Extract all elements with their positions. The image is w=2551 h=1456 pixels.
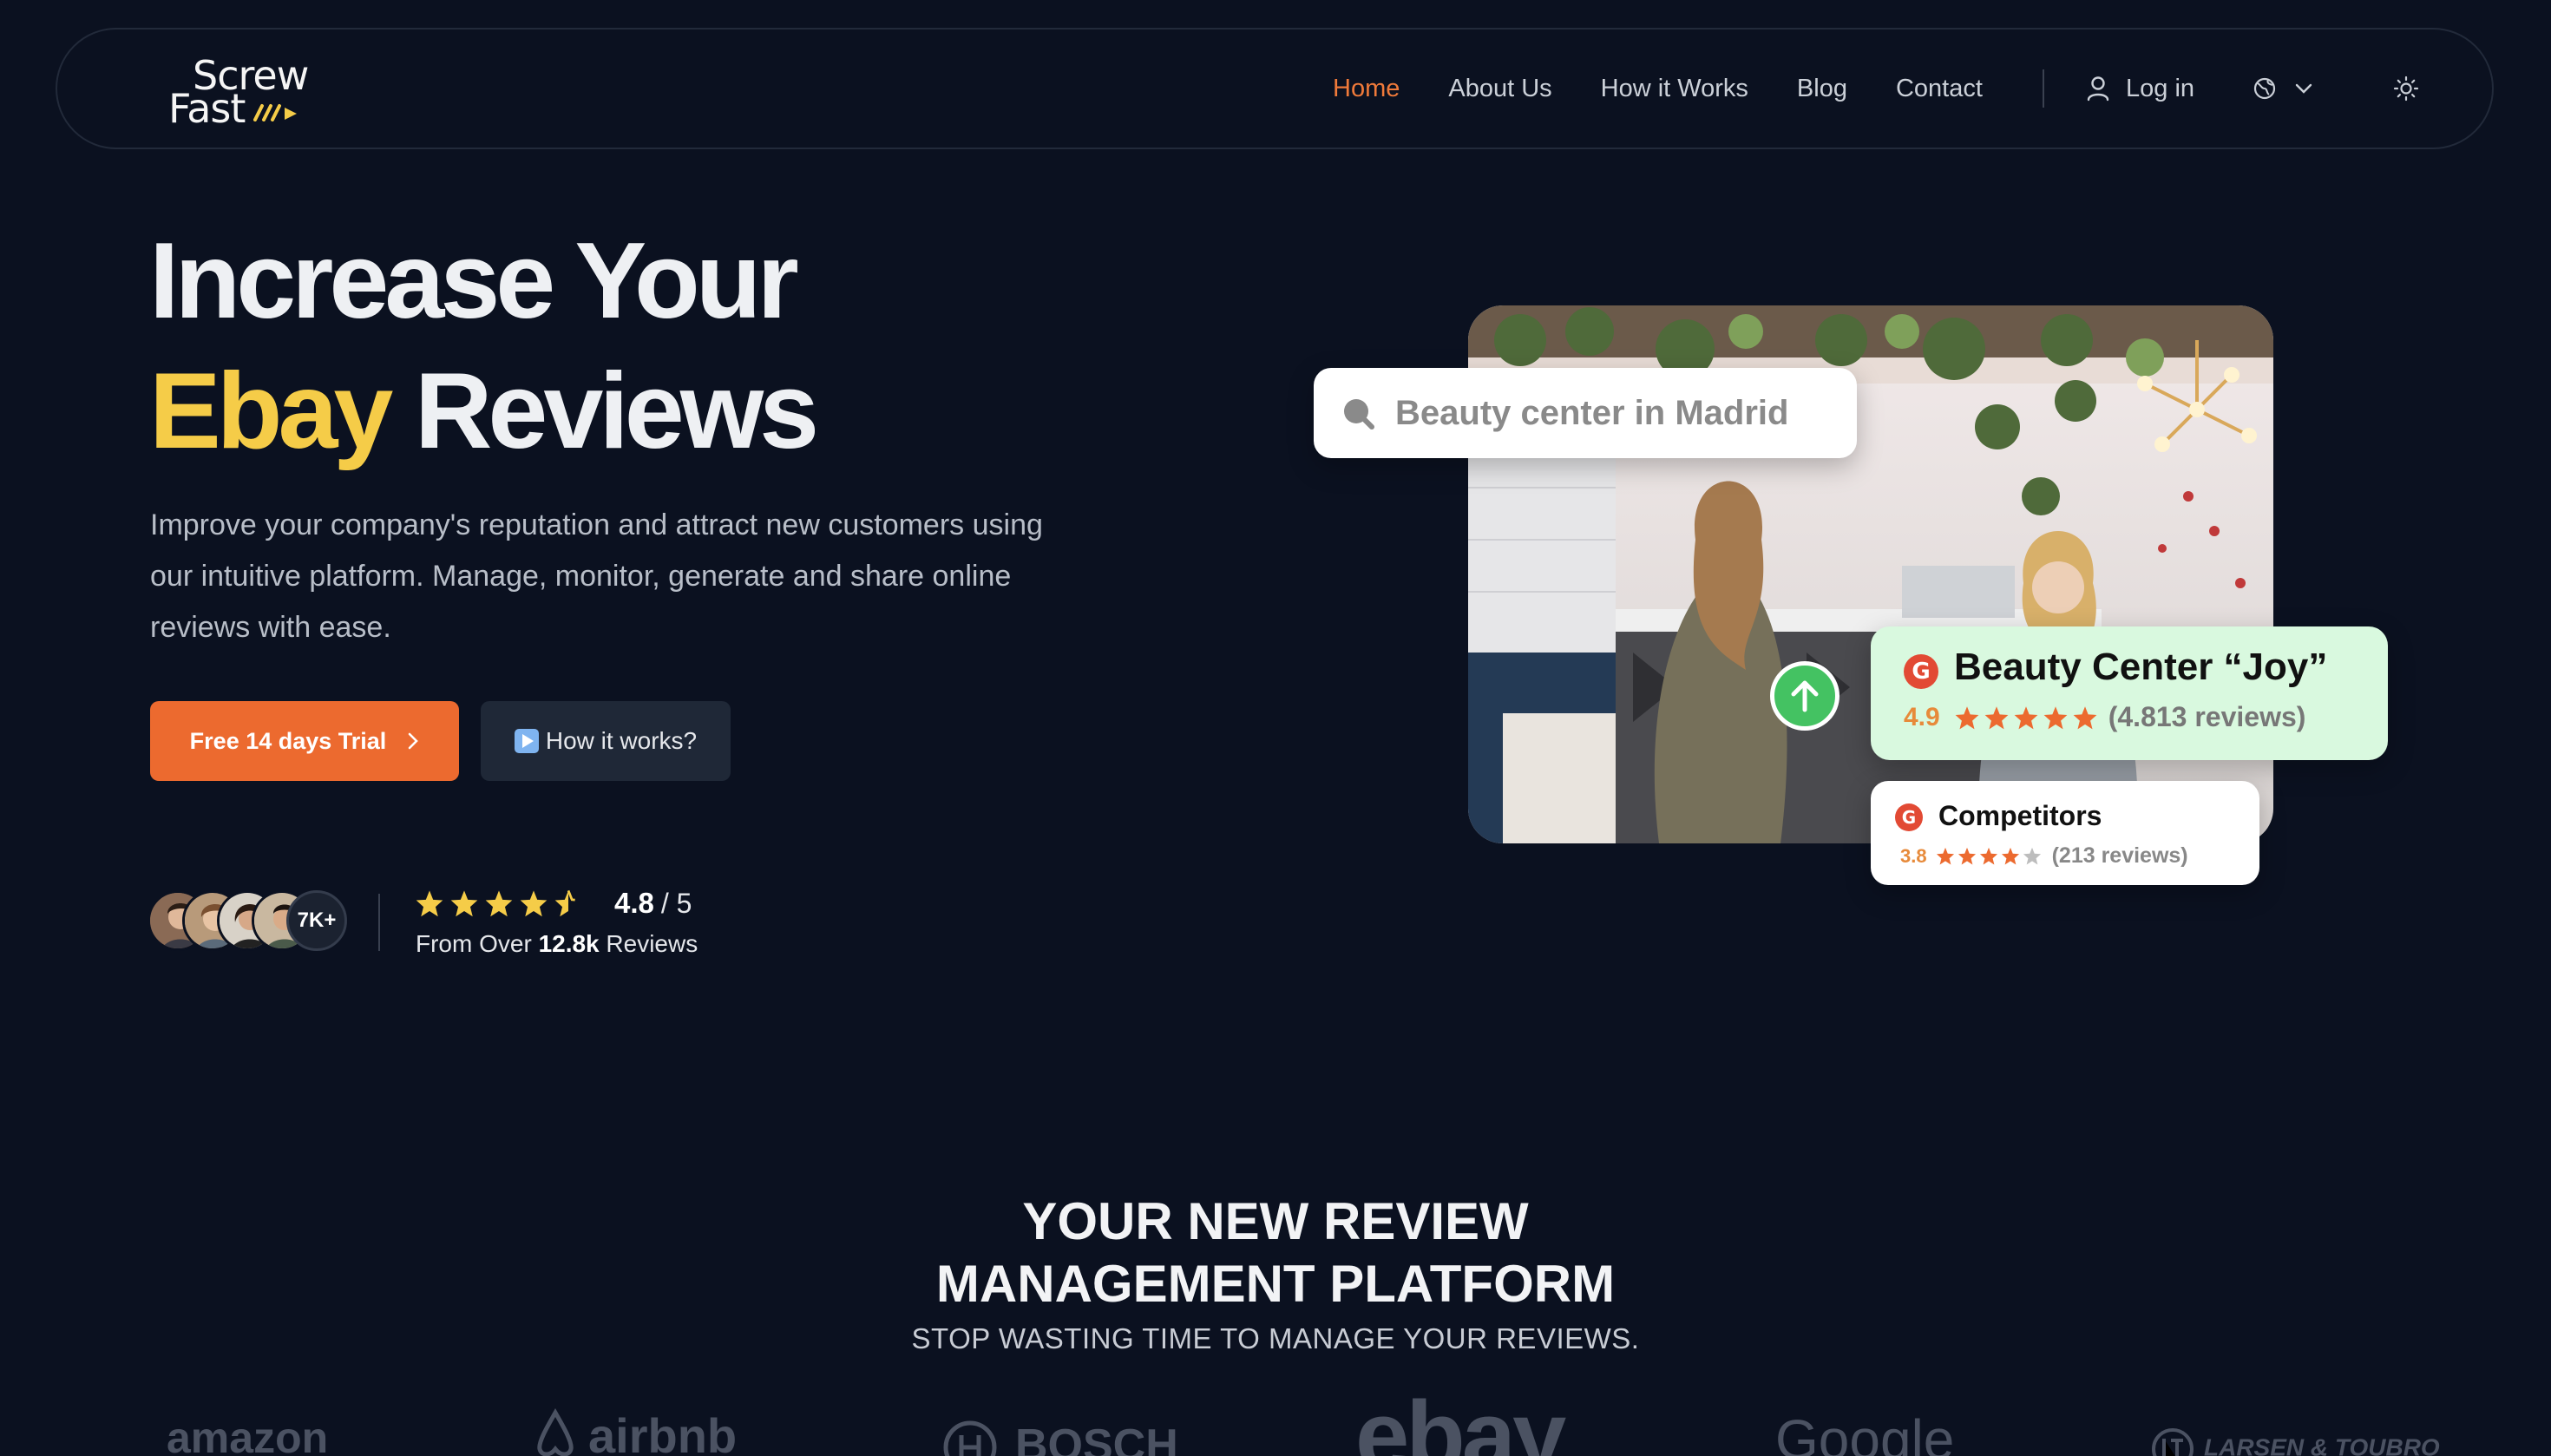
business-name: Beauty Center “Joy” <box>1954 646 2328 688</box>
chevron-down-icon <box>2295 83 2312 94</box>
nav-link-contact[interactable]: Contact <box>1896 75 1983 103</box>
lt-icon <box>2152 1428 2194 1456</box>
business-rating-card: G Beauty Center “Joy” 4.9 (4.813 reviews… <box>1871 626 2388 760</box>
avatars-more-badge: 7K+ <box>286 890 347 951</box>
logo-dashes-icon <box>253 104 297 121</box>
hero-title-rest: Reviews <box>414 351 819 471</box>
section-title-line1: YOUR NEW REVIEW <box>1022 1192 1529 1250</box>
competitors-rating-card: G Competitors 3.8 (213 reviews) <box>1871 781 2259 885</box>
rank-up-badge <box>1770 661 1839 731</box>
business-score: 4.9 <box>1904 702 1940 731</box>
free-trial-button[interactable]: Free 14 days Trial <box>150 701 459 781</box>
rating-max: / 5 <box>660 887 692 919</box>
star-icon <box>2073 705 2097 729</box>
sun-icon <box>2393 75 2419 102</box>
brand-logo-amazon: amazon <box>167 1413 329 1456</box>
google-icon: G <box>1904 654 1938 689</box>
star-icon <box>1955 705 1979 729</box>
nav-link-blog[interactable]: Blog <box>1797 75 1847 103</box>
user-icon <box>2087 76 2109 102</box>
brand-logo-bosch: BOSCH <box>942 1420 1178 1456</box>
bosch-icon <box>943 1420 997 1456</box>
star-half-icon <box>554 889 575 917</box>
rating-value: 4.8 <box>614 887 654 919</box>
rating-sub-suffix: Reviews <box>606 930 698 957</box>
competitors-score: 3.8 <box>1900 844 1927 867</box>
nav-links: Home About Us How it Works Blog Contact <box>1333 30 2031 148</box>
star-icon <box>1936 847 1954 865</box>
brand-logo-google: Google <box>1775 1408 1955 1456</box>
how-it-works-label: How it works? <box>545 727 698 754</box>
logo-text-bottom: Fast <box>168 85 246 132</box>
business-rating: 4.9 (4.813 reviews) <box>1904 701 2305 733</box>
brand-logo-larsen-toubro-text: LARSEN & TOUBRO <box>2204 1433 2440 1456</box>
globe-icon <box>2253 77 2276 100</box>
rating-row: 4.8 / 5 <box>415 887 692 920</box>
competitors-name: Competitors <box>1938 800 2102 831</box>
brand-logo-bosch-text: BOSCH <box>1015 1420 1178 1456</box>
free-trial-label: Free 14 days Trial <box>189 727 387 754</box>
search-query: Beauty center in Madrid <box>1395 393 1789 432</box>
star-icon <box>485 890 513 917</box>
nav-link-how-it-works[interactable]: How it Works <box>1601 75 1748 103</box>
language-selector[interactable] <box>2253 30 2313 148</box>
star-icon <box>416 890 443 917</box>
brand-logo-ebay: ebay <box>1355 1381 1566 1456</box>
competitors-rating: 3.8 (213 reviews) <box>1900 843 2188 869</box>
rating-sub-prefix: From Over <box>416 930 532 957</box>
star-icon <box>1958 847 1976 865</box>
star-icon <box>520 890 548 917</box>
search-icon <box>1344 399 1374 430</box>
competitors-review-count: (213 reviews) <box>2051 843 2188 868</box>
theme-toggle[interactable] <box>2393 30 2419 148</box>
play-icon <box>514 729 539 753</box>
search-card: Beauty center in Madrid <box>1314 368 1857 458</box>
brand-logo-larsen-toubro: LARSEN & TOUBRO <box>2150 1426 2440 1456</box>
hero-title-line1: Increase Your <box>149 221 799 341</box>
how-it-works-button[interactable]: How it works? <box>481 701 731 781</box>
business-review-count: (4.813 reviews) <box>2108 701 2306 732</box>
star-icon <box>2043 705 2068 729</box>
navbar: Screw Fast Home About Us How it Works Bl… <box>56 28 2494 149</box>
rating-divider <box>378 894 380 951</box>
rating-sub-count: 12.8k <box>538 930 600 957</box>
nav-link-home[interactable]: Home <box>1333 75 1400 103</box>
section-subtitle: STOP WASTING TIME TO MANAGE YOUR REVIEWS… <box>911 1322 1640 1354</box>
star-icon <box>1979 847 1997 865</box>
chevron-right-icon <box>409 732 419 750</box>
brand-logo-airbnb-text: airbnb <box>588 1408 738 1456</box>
star-empty-icon <box>2023 847 2041 865</box>
nav-divider <box>2043 69 2044 108</box>
hero-title-accent: Ebay <box>149 351 393 471</box>
login-label: Log in <box>2126 74 2195 102</box>
login-button[interactable]: Log in <box>2086 30 2194 148</box>
customer-avatars: 7K+ <box>148 890 356 954</box>
section-title-line2: MANAGEMENT PLATFORM <box>935 1255 1616 1313</box>
rating-subtitle: From Over 12.8k Reviews <box>416 930 698 958</box>
nav-link-about[interactable]: About Us <box>1448 75 1551 103</box>
landing-page: Screw Fast Home About Us How it Works Bl… <box>0 0 2551 1456</box>
star-icon <box>450 890 478 917</box>
hero-description: Improve your company's reputation and at… <box>150 508 1043 644</box>
airbnb-icon <box>537 1407 574 1456</box>
hero-title-line2: Ebay Reviews <box>149 357 819 465</box>
google-icon: G <box>1895 803 1923 831</box>
star-icon <box>2014 705 2038 729</box>
logo[interactable]: Screw Fast <box>115 52 309 132</box>
arrow-up-icon <box>1791 680 1819 712</box>
brand-logo-airbnb: airbnb <box>531 1407 737 1456</box>
star-icon <box>1984 705 2009 729</box>
star-icon <box>2001 847 2019 865</box>
